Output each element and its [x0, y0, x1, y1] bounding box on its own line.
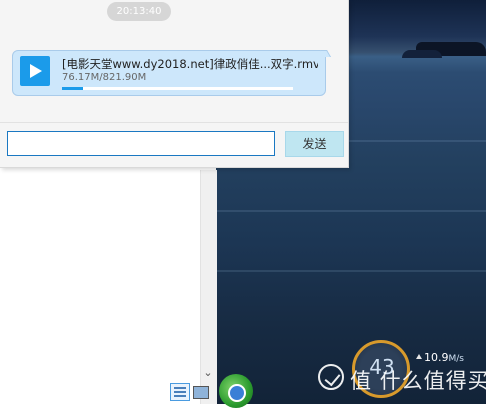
watermark: 值 什么值得买 [318, 364, 486, 393]
watermark-text: 值 什么值得买 [350, 369, 486, 393]
wave-line [216, 210, 486, 212]
message-input[interactable] [7, 131, 275, 156]
wave-line [216, 270, 486, 272]
watermark-logo-icon [318, 364, 344, 390]
message-area: 20:13:40 [电影天堂www.dy2018.net]律政俏佳...双字.r… [0, 0, 348, 122]
chat-window: 20:13:40 [电影天堂www.dy2018.net]律政俏佳...双字.r… [0, 0, 349, 168]
file-name: [电影天堂www.dy2018.net]律政俏佳...双字.rmvb [62, 57, 318, 71]
download-icon[interactable] [219, 374, 253, 408]
view-image-icon[interactable] [193, 386, 209, 399]
chevron-down-icon[interactable]: ⌄ [202, 367, 214, 379]
transfer-progress-fill [62, 87, 84, 90]
transfer-progress-bar [62, 87, 293, 90]
play-icon[interactable] [20, 56, 50, 86]
upload-speed-unit: M/s [448, 354, 465, 364]
send-button[interactable]: 发送 [285, 131, 344, 157]
file-size: 76.17M/821.90M [62, 72, 147, 83]
island-silhouette-small [402, 50, 442, 58]
message-timestamp: 20:13:40 [107, 2, 171, 21]
upload-speed-value: 10.9 [424, 351, 449, 364]
divider [0, 122, 348, 123]
view-list-icon[interactable] [170, 383, 190, 401]
upload-speed: 10.9M/s [414, 351, 474, 365]
